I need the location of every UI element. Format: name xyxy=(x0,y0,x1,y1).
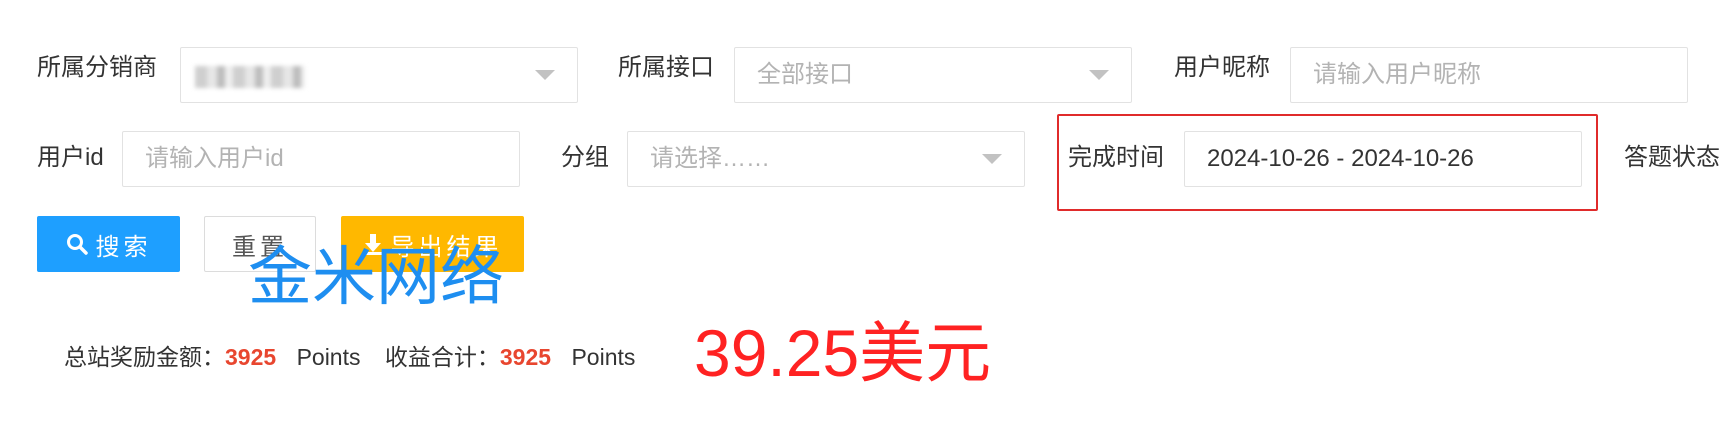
distributor-label: 所属分销商 xyxy=(37,54,157,81)
user-id-input[interactable]: 请输入用户id xyxy=(122,131,520,187)
distributor-value-redacted xyxy=(195,66,305,88)
chevron-down-icon xyxy=(982,154,1002,164)
total-reward-value: 3925 xyxy=(225,344,277,370)
user-id-placeholder: 请输入用户id xyxy=(145,145,284,172)
complete-time-input[interactable]: 2024-10-26 - 2024-10-26 xyxy=(1184,131,1582,187)
search-icon xyxy=(66,234,88,255)
search-button-label: 搜索 xyxy=(95,233,152,261)
interface-select-value: 全部接口 xyxy=(757,61,853,88)
chevron-down-icon xyxy=(535,70,555,80)
complete-time-label: 完成时间 xyxy=(1068,144,1164,171)
income-value: 3925 xyxy=(499,344,552,370)
total-reward-label: 总站奖励金额： xyxy=(64,344,225,370)
income-label: 收益合计： xyxy=(384,344,500,370)
nickname-input[interactable]: 请输入用户昵称 xyxy=(1290,47,1688,103)
nickname-placeholder: 请输入用户昵称 xyxy=(1313,61,1481,88)
group-select[interactable]: 请选择…… xyxy=(627,131,1025,187)
distributor-select[interactable] xyxy=(180,47,578,103)
complete-time-value: 2024-10-26 - 2024-10-26 xyxy=(1207,145,1474,172)
income-unit: Points xyxy=(571,344,636,370)
user-id-label: 用户id xyxy=(37,144,104,171)
chevron-down-icon xyxy=(1089,70,1109,80)
interface-label: 所属接口 xyxy=(618,54,714,81)
nickname-label: 用户昵称 xyxy=(1174,54,1270,81)
group-label: 分组 xyxy=(561,144,609,171)
interface-select[interactable]: 全部接口 xyxy=(734,47,1132,103)
group-placeholder: 请选择…… xyxy=(650,145,770,172)
total-reward-unit: Points xyxy=(296,344,361,370)
answer-status-label: 答题状态 xyxy=(1624,144,1720,171)
watermark-text: 金米网络 xyxy=(248,241,504,313)
usd-amount: 39.25美元 xyxy=(694,316,992,390)
summary-line: 总站奖励金额：3925 Points 收益合计：3925 Points xyxy=(64,342,635,372)
search-button[interactable]: 搜索 xyxy=(37,216,180,272)
